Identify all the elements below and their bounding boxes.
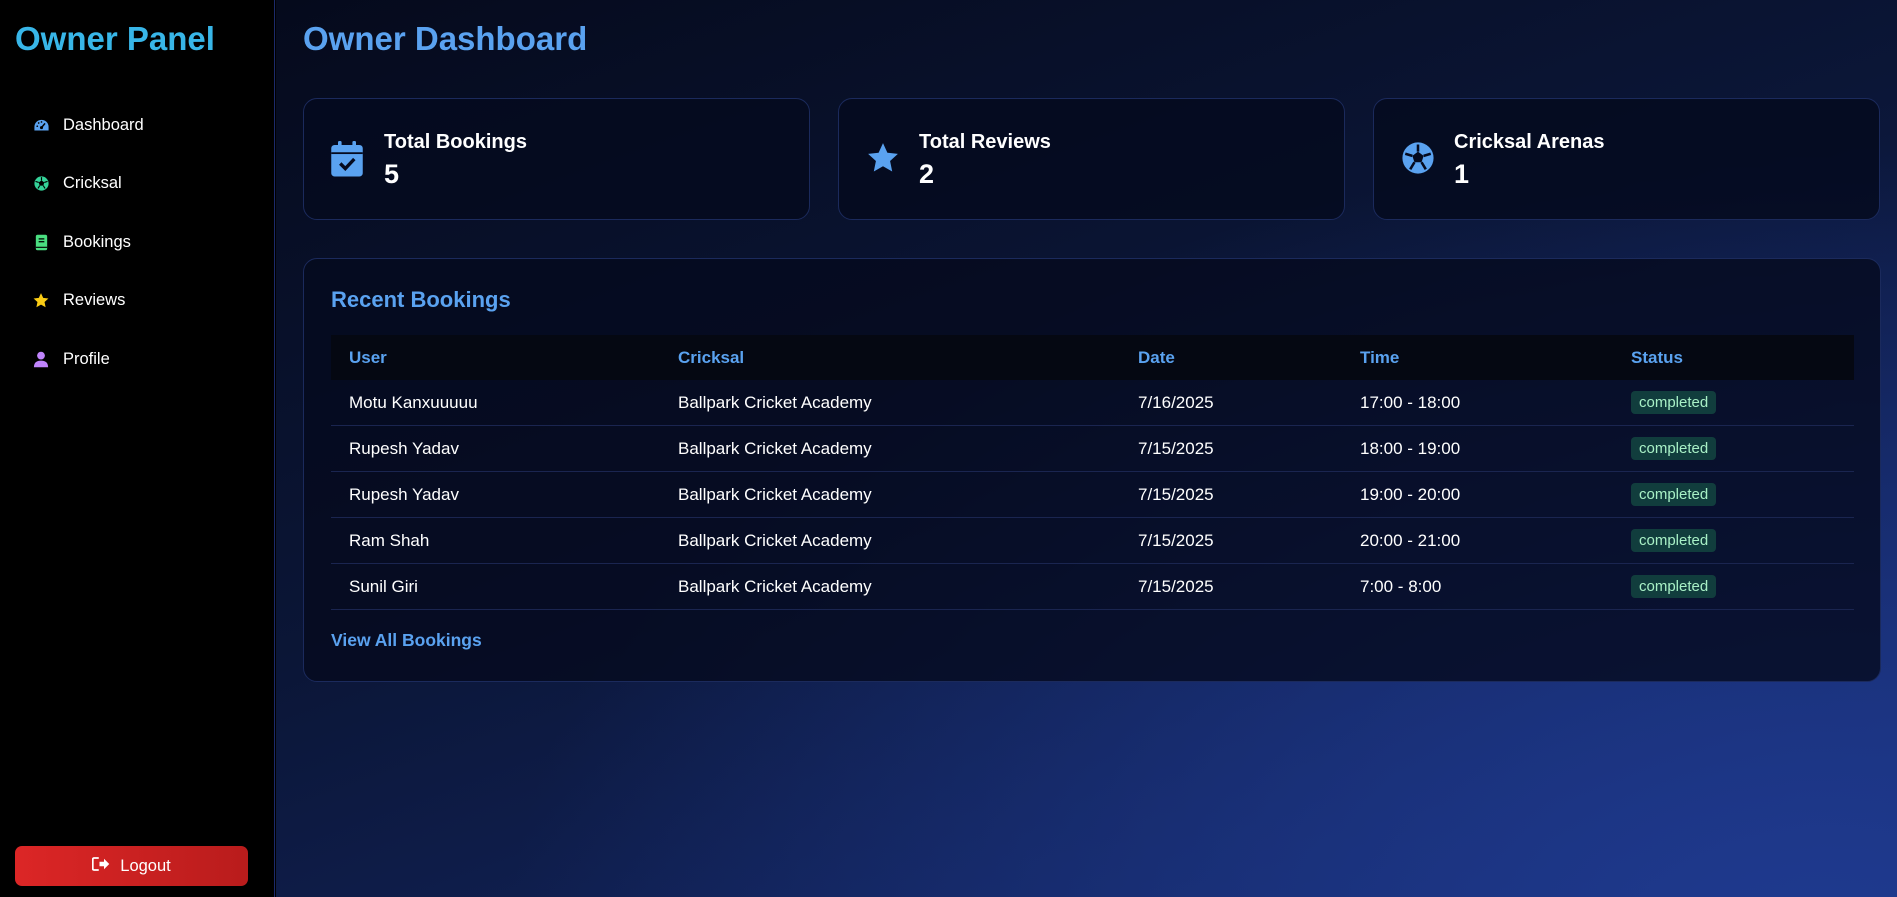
cell-status: completed bbox=[1613, 380, 1854, 426]
cell-cricksal: Ballpark Cricket Academy bbox=[660, 471, 1120, 518]
sidebar-item-dashboard[interactable]: Dashboard bbox=[15, 103, 260, 147]
page-title: Owner Dashboard bbox=[303, 20, 588, 57]
column-header-date: Date bbox=[1138, 347, 1175, 367]
star-icon bbox=[866, 141, 900, 177]
cell-status: completed bbox=[1613, 471, 1854, 518]
table-header-row: User Cricksal Date Time Status bbox=[331, 335, 1854, 380]
sidebar-item-label: Profile bbox=[63, 349, 110, 368]
status-badge: completed bbox=[1631, 575, 1717, 598]
gauge-icon bbox=[32, 116, 50, 134]
cell-time: 19:00 - 20:00 bbox=[1342, 471, 1613, 518]
sidebar: Owner Panel Dashboard Cricksal Bookings … bbox=[0, 0, 275, 897]
stat-value: 1 bbox=[1454, 159, 1470, 189]
sidebar-item-label: Bookings bbox=[63, 232, 131, 251]
column-header-user: User bbox=[349, 347, 387, 367]
cell-user: Ram Shah bbox=[331, 517, 660, 564]
table-row: Ram Shah Ballpark Cricket Academy 7/15/2… bbox=[331, 517, 1854, 564]
main-content: Owner Dashboard Total Bookings 5 Total R… bbox=[276, 0, 1897, 897]
cell-time: 17:00 - 18:00 bbox=[1342, 380, 1613, 426]
stat-card-cricksal-arenas: Cricksal Arenas 1 bbox=[1373, 98, 1880, 220]
status-badge: completed bbox=[1631, 529, 1717, 552]
cell-user: Motu Kanxuuuuu bbox=[331, 380, 660, 426]
sidebar-item-profile[interactable]: Profile bbox=[15, 337, 260, 381]
soccer-ball-icon bbox=[32, 175, 50, 193]
stat-card-total-reviews: Total Reviews 2 bbox=[838, 98, 1345, 220]
view-all-bookings-link[interactable]: View All Bookings bbox=[331, 630, 482, 651]
sidebar-item-label: Cricksal bbox=[63, 174, 122, 192]
column-header-time: Time bbox=[1360, 347, 1400, 367]
stat-value: 2 bbox=[919, 159, 935, 189]
cell-time: 20:00 - 21:00 bbox=[1342, 517, 1613, 564]
cell-status: completed bbox=[1613, 517, 1854, 564]
stat-label: Cricksal Arenas bbox=[1454, 131, 1605, 153]
logout-button[interactable]: Logout bbox=[15, 846, 248, 886]
cell-status: completed bbox=[1613, 425, 1854, 472]
book-icon bbox=[32, 233, 50, 251]
status-badge: completed bbox=[1631, 483, 1717, 506]
recent-bookings-title: Recent Bookings bbox=[331, 287, 511, 312]
bookings-table: User Cricksal Date Time Status Motu Kanx… bbox=[331, 335, 1854, 610]
cell-date: 7/15/2025 bbox=[1120, 517, 1342, 564]
cell-date: 7/15/2025 bbox=[1120, 425, 1342, 472]
table-row: Sunil Giri Ballpark Cricket Academy 7/15… bbox=[331, 563, 1854, 610]
table-row: Rupesh Yadav Ballpark Cricket Academy 7/… bbox=[331, 425, 1854, 472]
sidebar-item-cricksal[interactable]: Cricksal bbox=[15, 162, 260, 206]
sidebar-nav: Dashboard Cricksal Bookings Reviews Prof… bbox=[15, 103, 260, 396]
star-icon bbox=[32, 292, 50, 310]
cell-user: Sunil Giri bbox=[331, 563, 660, 610]
cell-user: Rupesh Yadav bbox=[331, 425, 660, 472]
cell-time: 7:00 - 8:00 bbox=[1342, 563, 1613, 610]
column-header-status: Status bbox=[1631, 347, 1683, 367]
sidebar-item-label: Reviews bbox=[63, 291, 126, 309]
brand-title: Owner Panel bbox=[15, 20, 215, 57]
soccer-ball-icon bbox=[1401, 141, 1435, 177]
stat-label: Total Bookings bbox=[384, 131, 527, 153]
cell-status: completed bbox=[1613, 563, 1854, 610]
logout-icon bbox=[92, 856, 110, 877]
status-badge: completed bbox=[1631, 437, 1717, 460]
table-row: Rupesh Yadav Ballpark Cricket Academy 7/… bbox=[331, 471, 1854, 518]
cell-cricksal: Ballpark Cricket Academy bbox=[660, 517, 1120, 564]
stat-label: Total Reviews bbox=[919, 131, 1051, 153]
cell-date: 7/15/2025 bbox=[1120, 563, 1342, 610]
calendar-check-icon bbox=[331, 141, 365, 177]
cell-cricksal: Ballpark Cricket Academy bbox=[660, 563, 1120, 610]
sidebar-item-reviews[interactable]: Reviews bbox=[15, 279, 260, 323]
cell-date: 7/16/2025 bbox=[1120, 380, 1342, 426]
sidebar-item-label: Dashboard bbox=[63, 115, 144, 134]
sidebar-item-bookings[interactable]: Bookings bbox=[15, 220, 260, 264]
user-icon bbox=[32, 350, 50, 368]
cell-date: 7/15/2025 bbox=[1120, 471, 1342, 518]
cell-time: 18:00 - 19:00 bbox=[1342, 425, 1613, 472]
stat-value: 5 bbox=[384, 159, 400, 189]
stat-card-total-bookings: Total Bookings 5 bbox=[303, 98, 810, 220]
column-header-cricksal: Cricksal bbox=[678, 347, 745, 367]
logout-label: Logout bbox=[120, 856, 171, 875]
cell-cricksal: Ballpark Cricket Academy bbox=[660, 380, 1120, 426]
cell-user: Rupesh Yadav bbox=[331, 471, 660, 518]
status-badge: completed bbox=[1631, 391, 1717, 414]
cell-cricksal: Ballpark Cricket Academy bbox=[660, 425, 1120, 472]
recent-bookings-panel: Recent Bookings User Cricksal Date Time … bbox=[303, 258, 1881, 682]
table-row: Motu Kanxuuuuu Ballpark Cricket Academy … bbox=[331, 380, 1854, 426]
